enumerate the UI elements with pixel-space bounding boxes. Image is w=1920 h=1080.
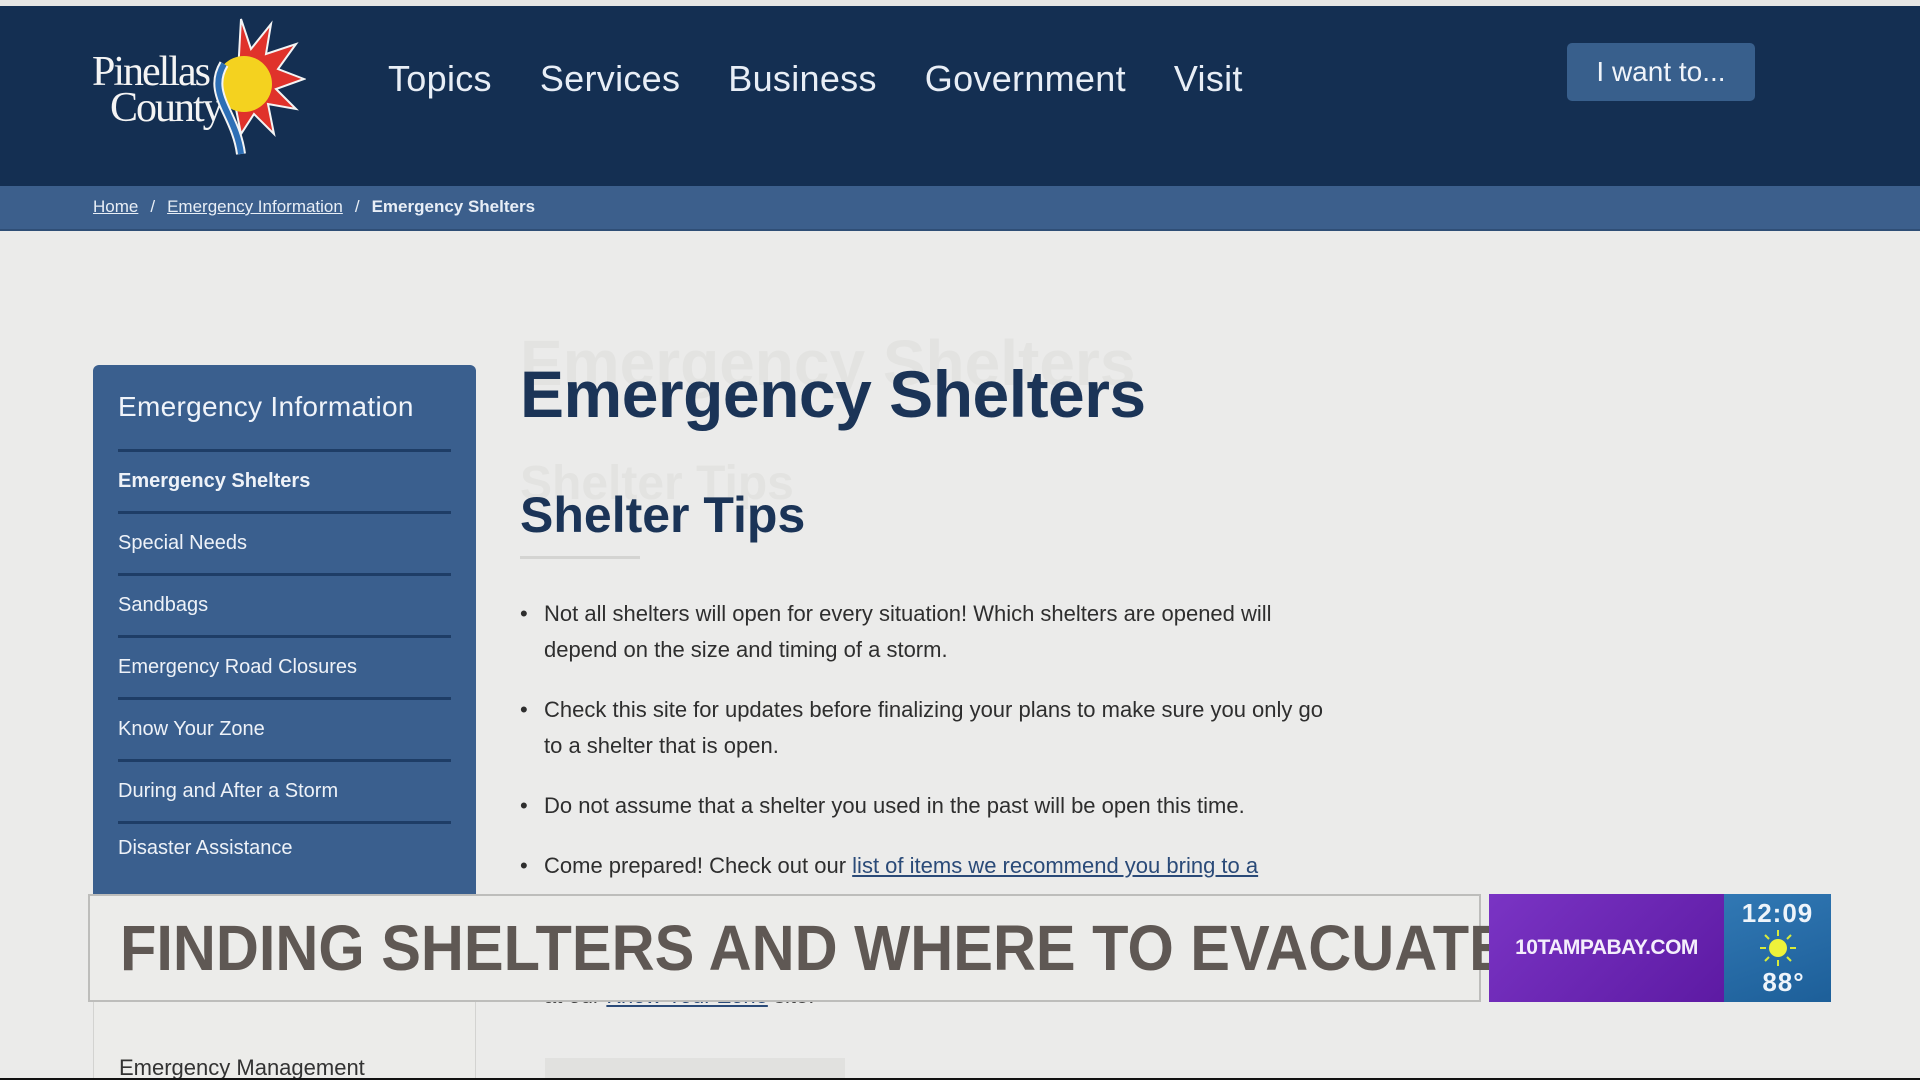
breadcrumb-separator: / [150,197,156,216]
breadcrumb-emergency-information[interactable]: Emergency Information [167,197,343,217]
recommended-items-link[interactable]: list of items we recommend you bring to … [852,853,1258,878]
site-header: Pinellas County Topics Services Business… [0,6,1920,186]
section-title: Shelter Tips [520,487,806,543]
tip-item: Do not assume that a shelter you used in… [520,788,1330,824]
sidebar-title[interactable]: Emergency Information [118,391,414,423]
sidebar-item-road-closures[interactable]: Emergency Road Closures [118,635,451,697]
nav-services[interactable]: Services [540,58,680,100]
nav-business[interactable]: Business [728,58,876,100]
shelter-tips-list: Not all shelters will open for every sit… [520,596,1330,908]
sidebar-item-sandbags[interactable]: Sandbags [118,573,451,635]
sidebar-item-special-needs[interactable]: Special Needs [118,511,451,573]
tip-item: Check this site for updates before final… [520,692,1330,764]
tip-item: Not all shelters will open for every sit… [520,596,1330,668]
nav-topics[interactable]: Topics [388,58,492,100]
breadcrumb: Home / Emergency Information / Emergency… [93,197,535,217]
sidebar-item-disaster-assistance[interactable]: Disaster Assistance [118,821,451,873]
nav-government[interactable]: Government [925,58,1126,100]
breadcrumb-bar: Home / Emergency Information / Emergency… [0,186,1920,231]
tip-text: Come prepared! Check out our [544,853,853,878]
faded-content [545,1058,845,1080]
broadcast-time: 12:09 [1741,898,1814,928]
station-badge: 10TAMPABAY.COM [1489,894,1724,1002]
tip-text: Do not assume that a shelter you used in… [544,793,1245,818]
sidebar-nav: Emergency Information Emergency Shelters… [93,365,476,895]
i-want-to-button[interactable]: I want to... [1567,43,1755,101]
sun-logo-icon [213,18,306,155]
weather-box: 12:09 88° [1724,894,1831,1002]
sidebar-item-during-after-storm[interactable]: During and After a Storm [118,759,451,821]
pinellas-county-logo[interactable]: Pinellas County [90,14,310,162]
sidebar-list: Emergency Shelters Special Needs Sandbag… [118,449,451,873]
breadcrumb-home[interactable]: Home [93,197,138,217]
sidebar-item-emergency-shelters[interactable]: Emergency Shelters [118,449,451,511]
breadcrumb-separator: / [354,197,360,216]
broadcast-temperature: 88° [1762,967,1805,997]
nav-visit[interactable]: Visit [1174,58,1243,100]
broadcast-lower-third: FINDING SHELTERS AND WHERE TO EVACUATE [88,894,1509,1002]
section-divider [520,556,640,559]
tip-text: Check this site for updates before final… [544,697,1323,758]
main-nav: Topics Services Business Government Visi… [388,58,1291,100]
breadcrumb-current: Emergency Shelters [371,197,536,216]
tip-text: Not all shelters will open for every sit… [544,601,1272,662]
sun-icon [1760,930,1796,966]
tip-item: Come prepared! Check out our list of ite… [520,848,1330,884]
sidebar-item-know-your-zone[interactable]: Know Your Zone [118,697,451,759]
sidebar-emergency-management[interactable]: Emergency Management [119,1055,365,1080]
broadcast-headline: FINDING SHELTERS AND WHERE TO EVACUATE [120,912,1509,984]
page-title: Emergency Shelters [520,357,1146,431]
